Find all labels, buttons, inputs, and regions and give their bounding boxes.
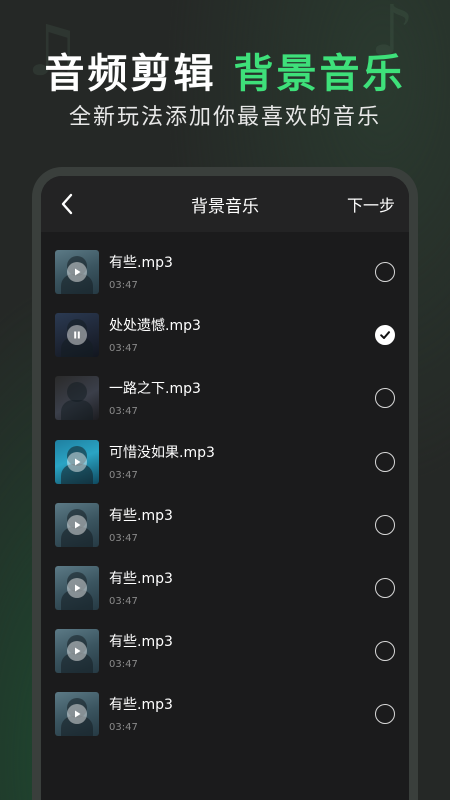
song-list-item[interactable]: 有些.mp3 03:47 bbox=[41, 684, 409, 747]
song-title: 有些.mp3 bbox=[109, 697, 173, 714]
song-cover-thumbnail[interactable] bbox=[55, 502, 99, 547]
song-title: 有些.mp3 bbox=[109, 507, 173, 524]
song-cover-thumbnail[interactable] bbox=[55, 692, 99, 737]
song-cover-thumbnail[interactable] bbox=[55, 629, 99, 674]
song-title: 可惜没如果.mp3 bbox=[109, 444, 215, 461]
select-radio-button[interactable] bbox=[375, 262, 395, 282]
headline-green-text: 背景音乐 bbox=[233, 51, 406, 97]
play-icon[interactable] bbox=[67, 514, 87, 535]
song-cover-thumbnail[interactable] bbox=[55, 439, 99, 484]
phone-frame: 背景音乐 下一步 有些.mp3 03:47 处处遗憾.mp3 03:47 一路之下.mp… bbox=[32, 167, 418, 800]
play-icon[interactable] bbox=[67, 262, 87, 282]
song-duration: 03:47 bbox=[109, 595, 138, 607]
select-radio-button[interactable] bbox=[375, 451, 395, 472]
song-list: 有些.mp3 03:47 处处遗憾.mp3 03:47 一路之下.mp3 03:47 可惜没… bbox=[41, 232, 409, 748]
song-title: 有些.mp3 bbox=[109, 634, 173, 651]
song-cover-thumbnail[interactable] bbox=[55, 313, 99, 358]
promo-subline: 全新玩法添加你最喜欢的音乐 bbox=[68, 105, 381, 130]
song-list-item[interactable]: 处处遗憾.mp3 03:47 bbox=[41, 305, 409, 368]
headline-white-text: 音频剪辑 bbox=[44, 51, 217, 97]
song-duration: 03:47 bbox=[109, 469, 138, 481]
song-duration: 03:47 bbox=[109, 659, 138, 671]
song-title: 有些.mp3 bbox=[109, 255, 173, 271]
song-cover-thumbnail[interactable] bbox=[55, 250, 99, 294]
song-list-item[interactable]: 有些.mp3 03:47 bbox=[41, 621, 409, 684]
selected-checkmark-icon[interactable] bbox=[375, 325, 395, 346]
song-duration: 03:47 bbox=[109, 343, 138, 355]
select-radio-button[interactable] bbox=[375, 577, 395, 598]
play-icon[interactable] bbox=[67, 577, 87, 598]
select-radio-button[interactable] bbox=[375, 641, 395, 662]
song-title: 一路之下.mp3 bbox=[109, 381, 201, 398]
select-radio-button[interactable] bbox=[375, 388, 395, 409]
next-step-button[interactable]: 下一步 bbox=[347, 192, 395, 216]
song-list-item[interactable]: 有些.mp3 03:47 bbox=[41, 495, 409, 558]
song-duration: 03:47 bbox=[109, 406, 138, 418]
song-cover-thumbnail[interactable] bbox=[55, 376, 99, 421]
song-duration: 03:47 bbox=[109, 280, 138, 291]
song-title: 有些.mp3 bbox=[109, 570, 173, 587]
song-duration: 03:47 bbox=[109, 532, 138, 544]
song-duration: 03:47 bbox=[109, 722, 138, 734]
song-list-item[interactable]: 有些.mp3 03:47 bbox=[41, 242, 409, 305]
song-cover-thumbnail[interactable] bbox=[55, 565, 99, 610]
song-list-item[interactable]: 有些.mp3 03:47 bbox=[41, 558, 409, 621]
play-icon[interactable] bbox=[67, 451, 87, 472]
cover-art-figure bbox=[67, 382, 87, 403]
song-list-item[interactable]: 一路之下.mp3 03:47 bbox=[41, 368, 409, 431]
song-list-item[interactable]: 可惜没如果.mp3 03:47 bbox=[41, 432, 409, 495]
play-icon[interactable] bbox=[67, 641, 87, 662]
select-radio-button[interactable] bbox=[375, 514, 395, 535]
song-title: 处处遗憾.mp3 bbox=[109, 318, 201, 335]
cover-art-figure bbox=[61, 400, 93, 421]
select-radio-button[interactable] bbox=[375, 704, 395, 725]
promo-headline: 音频剪辑 背景音乐 bbox=[0, 50, 450, 98]
app-header: 背景音乐 下一步 bbox=[41, 176, 409, 232]
